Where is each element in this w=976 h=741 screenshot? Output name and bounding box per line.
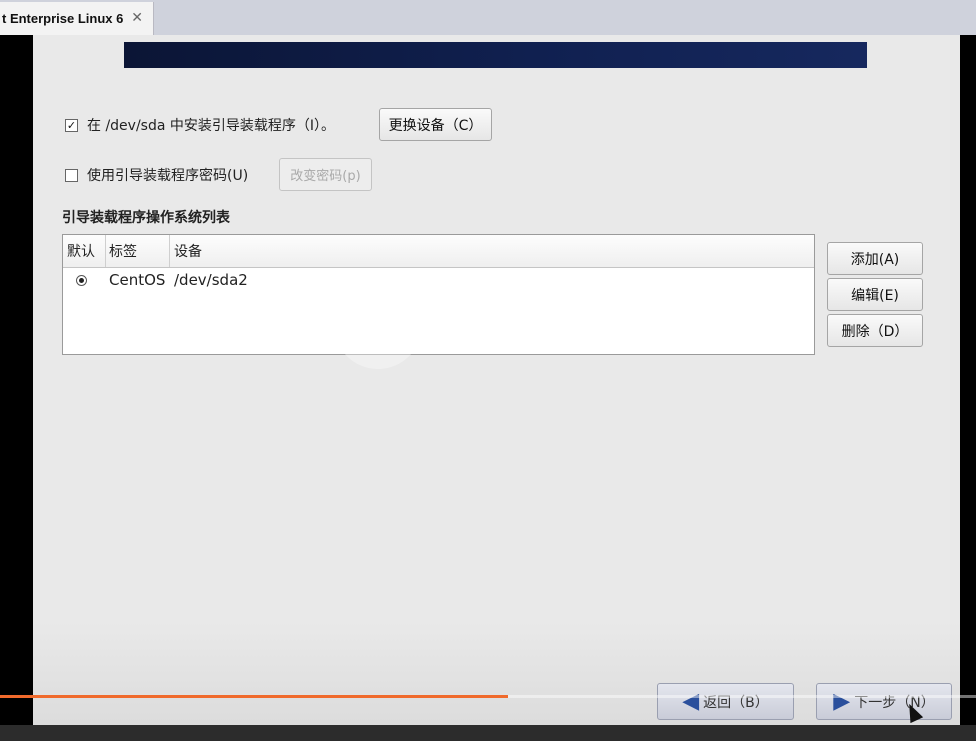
- install-bootloader-label: 在 /dev/sda 中安装引导装载程序（I）。: [87, 118, 336, 134]
- table-header: 默认 标签 设备: [63, 235, 814, 268]
- player-bottom-bar: [0, 725, 976, 741]
- column-header-default[interactable]: 默认: [63, 235, 106, 267]
- add-button[interactable]: 添加(A): [827, 242, 923, 275]
- change-password-button[interactable]: 改变密码(p): [279, 158, 372, 191]
- installer-panel: ✓ 在 /dev/sda 中安装引导装载程序（I）。 更换设备（C） 使用引导装…: [33, 35, 960, 725]
- use-password-checkbox[interactable]: [65, 168, 78, 182]
- delete-button[interactable]: 删除（D）: [827, 314, 923, 347]
- use-password-row: 使用引导装载程序密码(U): [65, 165, 248, 185]
- default-radio[interactable]: [76, 275, 87, 286]
- edit-button[interactable]: 编辑(E): [827, 278, 923, 311]
- video-progress-fill: [0, 695, 508, 698]
- video-progress-bar[interactable]: [0, 695, 976, 698]
- close-icon[interactable]: ✕: [131, 9, 143, 26]
- row-device: /dev/sda2: [174, 271, 248, 289]
- os-list-title: 引导装载程序操作系统列表: [62, 210, 230, 226]
- tab-enterprise-linux[interactable]: t Enterprise Linux 6 ✕: [0, 2, 154, 35]
- back-button[interactable]: ◀ 返回（B）: [657, 683, 794, 720]
- arrow-right-icon: ▶: [833, 689, 851, 714]
- change-device-button[interactable]: 更换设备（C）: [379, 108, 492, 141]
- os-list-table: 默认 标签 设备 CentOS /dev/sda2: [62, 234, 815, 355]
- install-bootloader-row: ✓ 在 /dev/sda 中安装引导装载程序（I）。: [65, 115, 335, 135]
- tab-title: t Enterprise Linux 6: [2, 11, 124, 26]
- next-button[interactable]: ▶ 下一步（N）: [816, 683, 952, 720]
- install-bootloader-checkbox[interactable]: ✓: [65, 118, 78, 132]
- header-banner: [124, 42, 867, 68]
- column-header-device[interactable]: 设备: [171, 235, 374, 267]
- browser-tab-bar: t Enterprise Linux 6 ✕: [0, 0, 976, 35]
- table-row[interactable]: CentOS /dev/sda2: [63, 268, 814, 292]
- arrow-left-icon: ◀: [682, 689, 700, 714]
- row-label: CentOS: [109, 271, 166, 289]
- video-watermark: [334, 281, 422, 369]
- column-header-label[interactable]: 标签: [106, 235, 170, 267]
- use-password-label: 使用引导装载程序密码(U): [87, 168, 249, 184]
